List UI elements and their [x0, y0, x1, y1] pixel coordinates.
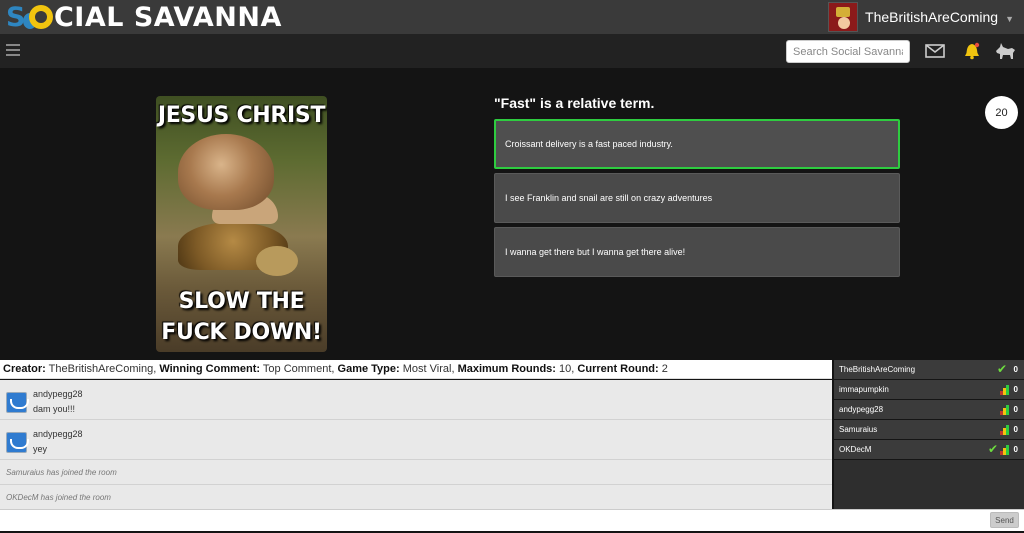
- player-score: 0: [1013, 425, 1018, 434]
- bell-icon[interactable]: [961, 42, 983, 60]
- signal-bars-icon: [1000, 445, 1010, 455]
- current-round-value: 2: [661, 363, 668, 375]
- username[interactable]: TheBritishAreComing: [865, 9, 998, 25]
- max-rounds-value: 10: [559, 363, 572, 375]
- player-name: Samuraius: [839, 425, 878, 434]
- chat-message: andypegg28 dam you!!!: [0, 380, 832, 420]
- system-message: OKDecM has joined the room: [0, 485, 832, 509]
- chat-username: andypegg28: [33, 389, 83, 399]
- chat-input-row: Send: [0, 509, 1024, 531]
- player-score: 0: [1013, 445, 1018, 454]
- menu-icon[interactable]: [6, 44, 20, 56]
- creator-label: Creator:: [3, 363, 46, 375]
- type-value: Most Viral: [402, 363, 452, 375]
- meme-top-text: JESUS CHRIST: [157, 103, 326, 128]
- max-rounds-label: Maximum Rounds:: [457, 363, 556, 375]
- player-name: andypegg28: [839, 405, 884, 414]
- player-row: immapumpkin 0: [834, 380, 1024, 400]
- chat-text: dam you!!!: [33, 404, 76, 414]
- logo-text: CIAL SAVANNA: [53, 1, 282, 33]
- winning-label: Winning Comment:: [159, 363, 261, 375]
- logo-sun-icon: [22, 4, 53, 30]
- meme-bottom-text: SLOW THE FUCK DOWN!: [161, 289, 322, 345]
- chat-text: yey: [33, 444, 48, 454]
- player-row: OKDecM ✔ 0: [834, 440, 1024, 460]
- player-row: andypegg28 0: [834, 400, 1024, 420]
- player-row: Samuraius 0: [834, 420, 1024, 440]
- avatar[interactable]: [828, 2, 859, 32]
- cat-icon[interactable]: [994, 42, 1016, 60]
- caption-title: "Fast" is a relative term.: [494, 95, 655, 111]
- user-menu[interactable]: TheBritishAreComing ▼: [828, 0, 1024, 34]
- player-name: OKDecM: [839, 445, 872, 454]
- top-bar: S CIAL SAVANNA TheBritishAreComing ▼: [0, 0, 1024, 34]
- avatar: [6, 392, 29, 413]
- check-icon: ✔: [996, 362, 1007, 376]
- chevron-down-icon[interactable]: ▼: [1005, 14, 1014, 24]
- creator-value: TheBritishAreComing: [48, 363, 154, 375]
- player-score: 0: [1013, 365, 1018, 374]
- winning-value: Top Comment: [262, 363, 332, 375]
- meme-image: JESUS CHRIST SLOW THE FUCK DOWN!: [156, 96, 327, 352]
- chat-input[interactable]: [0, 510, 985, 531]
- mail-icon[interactable]: [924, 42, 946, 60]
- game-info-bar: Creator: TheBritishAreComing, Winning Co…: [0, 360, 832, 379]
- signal-bars-icon: [1000, 425, 1010, 435]
- player-list: TheBritishAreComing ✔ 0 immapumpkin 0 andypeg…: [834, 360, 1024, 509]
- player-score: 0: [1013, 405, 1018, 414]
- send-button[interactable]: Send: [990, 512, 1019, 528]
- caption-option[interactable]: Croissant delivery is a fast paced indus…: [494, 119, 900, 169]
- signal-bars-icon: [1000, 385, 1010, 395]
- player-name: TheBritishAreComing: [839, 365, 916, 374]
- app-logo[interactable]: S CIAL SAVANNA: [6, 0, 282, 34]
- chat-message: andypegg28 yey: [0, 420, 832, 460]
- chat-username: andypegg28: [33, 429, 83, 439]
- check-icon: ✔: [987, 442, 998, 456]
- search-input[interactable]: [786, 40, 910, 63]
- avatar: [6, 432, 29, 453]
- chat-log[interactable]: andypegg28 dam you!!! andypegg28 yey Sam…: [0, 380, 832, 509]
- player-score: 0: [1013, 385, 1018, 394]
- type-label: Game Type:: [337, 363, 400, 375]
- player-name: immapumpkin: [839, 385, 889, 394]
- caption-option[interactable]: I see Franklin and snail are still on cr…: [494, 173, 900, 223]
- signal-bars-icon: [1000, 405, 1010, 415]
- player-row: TheBritishAreComing ✔ 0: [834, 360, 1024, 380]
- system-message: Samuraius has joined the room: [0, 460, 832, 485]
- caption-option[interactable]: I wanna get there but I wanna get there …: [494, 227, 900, 277]
- round-counter: 20: [985, 96, 1018, 129]
- current-round-label: Current Round:: [577, 363, 659, 375]
